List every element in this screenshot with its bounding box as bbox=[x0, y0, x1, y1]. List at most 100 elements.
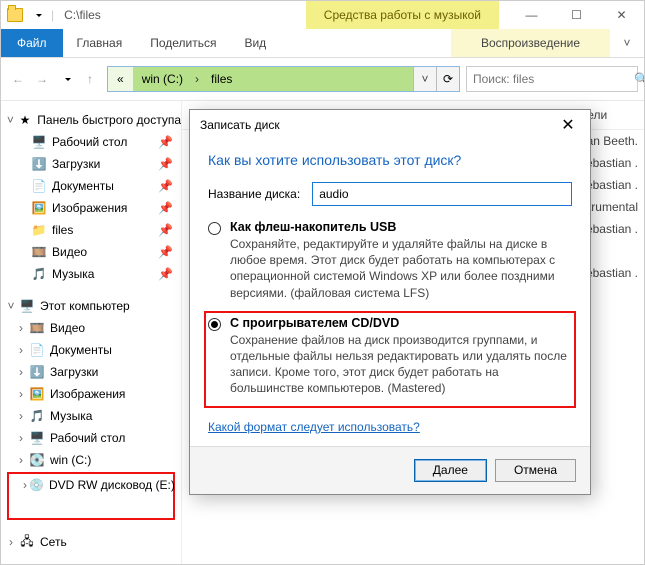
disc-icon: 💿 bbox=[29, 477, 44, 493]
pin-icon: 📌 bbox=[158, 245, 181, 259]
sidebar-item-pictures[interactable]: 🖼️Изображения 📌 bbox=[1, 197, 181, 219]
option-usb-desc: Сохраняйте, редактируйте и удаляйте файл… bbox=[230, 234, 572, 301]
sidebar-item-label: Видео bbox=[47, 321, 85, 335]
desktop-icon: 🖥️ bbox=[29, 430, 45, 446]
sidebar-item-videos[interactable]: ›🎞️Видео bbox=[1, 317, 181, 339]
refresh-icon[interactable]: ⟳ bbox=[436, 67, 459, 91]
dialog-title-bar[interactable]: Записать диск ✕ bbox=[190, 110, 590, 140]
sidebar-item-label: Музыка bbox=[47, 409, 92, 423]
chevron-right-icon[interactable]: › bbox=[15, 431, 27, 445]
sidebar-item-desktop[interactable]: ›🖥️Рабочий стол bbox=[1, 427, 181, 449]
qat-dropdown-icon[interactable] bbox=[29, 7, 45, 23]
pin-icon: 📌 bbox=[158, 201, 181, 215]
chevron-right-icon[interactable]: › bbox=[15, 365, 27, 379]
radio-usb[interactable] bbox=[208, 220, 222, 301]
radio-cddvd[interactable] bbox=[208, 316, 222, 397]
downloads-icon: ⬇️ bbox=[29, 364, 45, 380]
file-menu[interactable]: Файл bbox=[1, 29, 63, 57]
breadcrumb-drive[interactable]: win (C:) bbox=[133, 67, 192, 91]
contextual-tab-header: Средства работы с музыкой bbox=[306, 1, 499, 29]
burn-disc-dialog: Записать диск ✕ Как вы хотите использова… bbox=[189, 109, 591, 495]
sidebar-item-label: Изображения bbox=[47, 387, 125, 401]
cancel-button[interactable]: Отмена bbox=[495, 459, 576, 482]
chevron-right-icon[interactable]: › bbox=[15, 321, 27, 335]
disc-name-input[interactable] bbox=[312, 182, 572, 206]
tab-home[interactable]: Главная bbox=[63, 29, 137, 57]
ribbon-expand-icon[interactable]: ˅ bbox=[610, 29, 644, 57]
nav-up-icon[interactable]: ↑ bbox=[79, 68, 101, 90]
window-path: C:\files bbox=[60, 8, 101, 22]
sidebar-item-label: DVD RW дисковод (E:) bbox=[46, 478, 175, 492]
search-icon[interactable]: 🔍 bbox=[634, 72, 645, 86]
chevron-right-icon[interactable]: › bbox=[192, 72, 202, 86]
chevron-right-icon[interactable]: › bbox=[15, 409, 27, 423]
chevron-down-icon[interactable]: ˅ bbox=[5, 299, 17, 313]
pin-icon: 📌 bbox=[158, 267, 181, 281]
pc-icon: 🖥️ bbox=[19, 298, 35, 314]
sidebar-item-label: Загрузки bbox=[47, 365, 98, 379]
sidebar-item-videos[interactable]: 🎞️Видео 📌 bbox=[1, 241, 181, 263]
dialog-heading: Как вы хотите использовать этот диск? bbox=[208, 146, 572, 182]
breadcrumb-root-icon[interactable]: « bbox=[108, 67, 133, 91]
sidebar-item-label: win (C:) bbox=[47, 453, 91, 467]
chevron-right-icon[interactable]: › bbox=[15, 453, 27, 467]
sidebar-item-pictures[interactable]: ›🖼️Изображения bbox=[1, 383, 181, 405]
address-bar[interactable]: « win (C:) › files ˅ ⟳ bbox=[107, 66, 460, 92]
sidebar-item-music[interactable]: 🎵Музыка📌 bbox=[1, 263, 181, 285]
sidebar-item-label: Рабочий стол bbox=[49, 135, 127, 149]
nav-history-icon[interactable] bbox=[55, 68, 77, 90]
sidebar-item-label: Документы bbox=[49, 179, 114, 193]
sidebar-item-label: Видео bbox=[49, 245, 87, 259]
sidebar-item-documents[interactable]: ›📄Документы bbox=[1, 339, 181, 361]
chevron-right-icon[interactable]: › bbox=[15, 343, 27, 357]
documents-icon: 📄 bbox=[31, 178, 47, 194]
nav-forward-icon[interactable]: → bbox=[31, 68, 53, 90]
sidebar-item-desktop[interactable]: 🖥️Рабочий стол📌 bbox=[1, 131, 181, 153]
sidebar-item-drive[interactable]: ›💽win (C:) bbox=[1, 449, 181, 471]
next-button[interactable]: Далее bbox=[414, 459, 487, 482]
pictures-icon: 🖼️ bbox=[31, 200, 47, 216]
sidebar-item-this-pc[interactable]: ˅ 🖥️ Этот компьютер bbox=[1, 295, 181, 317]
sidebar-item-label: files bbox=[49, 223, 73, 237]
disc-name-label: Название диска: bbox=[208, 187, 300, 201]
title-bar: | C:\files Средства работы с музыкой — ☐… bbox=[1, 1, 644, 29]
drive-icon: 💽 bbox=[29, 452, 45, 468]
sidebar-item-downloads[interactable]: ⬇️Загрузки📌 bbox=[1, 153, 181, 175]
sidebar-item-music[interactable]: ›🎵Музыка bbox=[1, 405, 181, 427]
desktop-icon: 🖥️ bbox=[31, 134, 47, 150]
network-icon: 🖧 bbox=[19, 534, 35, 550]
sidebar-item-label: Загрузки bbox=[49, 157, 100, 171]
tab-view[interactable]: Вид bbox=[230, 29, 280, 57]
tab-share[interactable]: Поделиться bbox=[136, 29, 230, 57]
dialog-close-icon[interactable]: ✕ bbox=[556, 115, 580, 135]
search-box[interactable]: 🔍 bbox=[466, 66, 638, 92]
chevron-down-icon[interactable]: ˅ bbox=[5, 113, 16, 127]
minimize-button[interactable]: — bbox=[509, 1, 554, 29]
search-input[interactable] bbox=[467, 72, 634, 86]
nav-back-icon[interactable]: ← bbox=[7, 68, 29, 90]
format-help-link[interactable]: Какой формат следует использовать? bbox=[208, 420, 420, 434]
option-cddvd-desc: Сохранение файлов на диск производится г… bbox=[230, 330, 572, 397]
divider: | bbox=[51, 8, 54, 22]
address-dropdown-icon[interactable]: ˅ bbox=[413, 67, 436, 91]
documents-icon: 📄 bbox=[29, 342, 45, 358]
close-button[interactable]: ✕ bbox=[599, 1, 644, 29]
maximize-button[interactable]: ☐ bbox=[554, 1, 599, 29]
sidebar-item-disc[interactable]: ›💿DVD RW дисковод (E:) bbox=[9, 474, 173, 496]
sidebar-item-quick-access[interactable]: ˅ ★ Панель быстрого доступа bbox=[1, 109, 181, 131]
sidebar-item-label: Рабочий стол bbox=[47, 431, 125, 445]
sidebar-item-network[interactable]: › 🖧 Сеть bbox=[1, 531, 181, 553]
chevron-right-icon[interactable]: › bbox=[5, 535, 17, 549]
option-cddvd-title: С проигрывателем CD/DVD bbox=[230, 316, 572, 330]
chevron-right-icon[interactable]: › bbox=[23, 478, 27, 492]
star-icon: ★ bbox=[18, 112, 32, 128]
breadcrumb-folder[interactable]: files bbox=[202, 67, 241, 91]
chevron-right-icon[interactable]: › bbox=[15, 387, 27, 401]
sidebar-item-folder[interactable]: 📁files📌 bbox=[1, 219, 181, 241]
sidebar-item-documents[interactable]: 📄Документы📌 bbox=[1, 175, 181, 197]
tab-playback[interactable]: Воспроизведение bbox=[451, 29, 610, 57]
sidebar-item-downloads[interactable]: ›⬇️Загрузки bbox=[1, 361, 181, 383]
sidebar-item-label: Изображения bbox=[49, 201, 127, 215]
pin-icon: 📌 bbox=[158, 157, 181, 171]
videos-icon: 🎞️ bbox=[31, 244, 47, 260]
